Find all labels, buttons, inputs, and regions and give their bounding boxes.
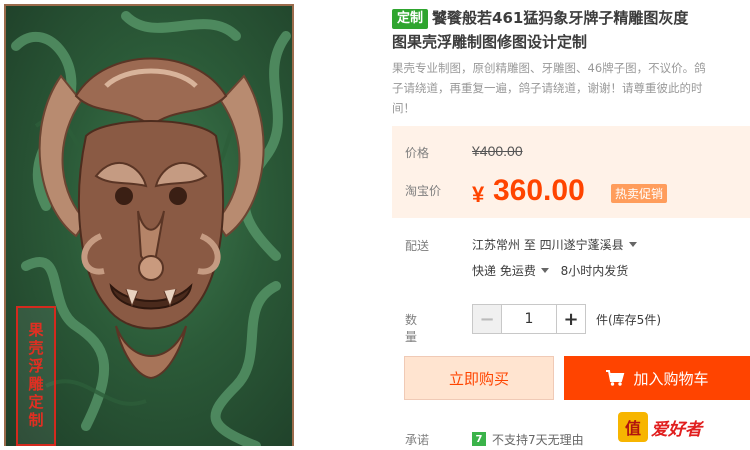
shipping-route-select[interactable]: 江苏常州 至 四川遂宁蓬溪县 <box>472 236 637 253</box>
currency-symbol: ¥ <box>472 182 485 207</box>
quantity-increase-button[interactable]: + <box>556 305 585 333</box>
shipping-method: 快递 免运费 <box>472 264 536 278</box>
shipping-method-select[interactable]: 快递 免运费 <box>472 264 549 278</box>
taobao-price-label: 淘宝价 <box>405 184 442 198</box>
original-price: ¥400.00 <box>472 143 523 159</box>
promise-label: 承诺 <box>405 433 430 447</box>
custom-tag: 定制 <box>392 9 429 29</box>
watermark-text: 爱好者 <box>651 419 702 440</box>
site-watermark-logo: 值 爱好者 <box>618 410 746 444</box>
product-description: 果壳专业制图，原创精雕图、牙雕图、46牌子图，不议价。鸽 子请绕道，再重复一遍，… <box>392 58 750 118</box>
shipping-route: 江苏常州 至 四川遂宁蓬溪县 <box>472 238 624 252</box>
hot-sale-badge: 热卖促销 <box>611 184 668 203</box>
dispatch-time: 8小时内发货 <box>560 264 629 278</box>
price-box: 价格 ¥400.00 淘宝价 ¥ 360.00 热卖促销 <box>392 126 750 218</box>
desc-line-3: 间！ <box>392 101 415 115</box>
buy-now-label: 立即购买 <box>448 369 509 388</box>
shipping-method-row: 快递 免运费 8小时内发货 <box>472 262 628 279</box>
seven-day-icon: 7 <box>472 432 486 446</box>
quantity-decrease-button[interactable]: − <box>473 305 502 333</box>
quantity-label: 数量 <box>405 313 418 344</box>
chevron-down-icon <box>628 242 637 247</box>
title-line-1: 饕餮般若461猛犸象牙牌子精雕图灰度 <box>432 9 689 27</box>
shipping-label: 配送 <box>405 239 430 253</box>
buy-now-button[interactable]: 立即购买 <box>404 356 554 400</box>
stamp-text: 果壳浮雕定制 <box>26 322 45 430</box>
add-to-cart-button[interactable]: 加入购物车 <box>564 356 750 400</box>
desc-line-1: 果壳专业制图，原创精雕图、牙雕图、46牌子图，不议价。鸽 <box>392 61 706 75</box>
promise-text: 不支持7天无理由 <box>492 433 584 447</box>
add-to-cart-label: 加入购物车 <box>633 369 709 388</box>
quantity-stepper: − 1 + <box>472 304 586 334</box>
watermark-badge: 值 <box>618 412 648 442</box>
product-image[interactable]: 果壳浮雕定制 <box>4 4 294 446</box>
stamp-seal: 果壳浮雕定制 <box>16 306 56 446</box>
product-info-panel: 定制 饕餮般若461猛犸象牙牌子精雕图灰度 图果壳浮雕制图修图设计定制 果壳专业制… <box>392 0 750 447</box>
current-price: 360.00 <box>493 174 585 207</box>
product-title: 定制 饕餮般若461猛犸象牙牌子精雕图灰度 图果壳浮雕制图修图设计定制 <box>392 6 750 54</box>
desc-line-2: 子请绕道，再重复一遍，鸽子请绕道，谢谢！请尊重彼此的时 <box>392 81 703 95</box>
price-label: 价格 <box>405 146 430 160</box>
cart-icon <box>606 370 625 386</box>
quantity-input[interactable]: 1 <box>502 305 556 333</box>
chevron-down-icon <box>540 268 549 273</box>
stock-info: 件(库存5件) <box>596 313 661 327</box>
product-image-area: 果壳浮雕定制 <box>0 0 300 446</box>
title-line-2: 图果壳浮雕制图修图设计定制 <box>392 33 588 51</box>
